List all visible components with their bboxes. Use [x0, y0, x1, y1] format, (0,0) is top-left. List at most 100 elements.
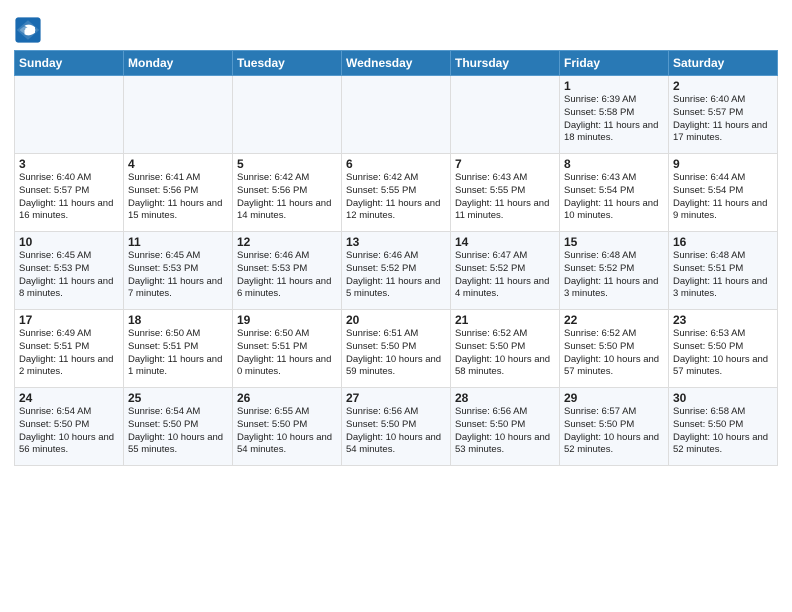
- day-cell: [233, 76, 342, 154]
- col-header-wednesday: Wednesday: [342, 51, 451, 76]
- day-number: 24: [19, 391, 119, 405]
- day-number: 1: [564, 79, 664, 93]
- day-number: 26: [237, 391, 337, 405]
- day-cell: 21Sunrise: 6:52 AM Sunset: 5:50 PM Dayli…: [451, 310, 560, 388]
- day-info: Sunrise: 6:40 AM Sunset: 5:57 PM Dayligh…: [673, 94, 773, 145]
- day-info: Sunrise: 6:40 AM Sunset: 5:57 PM Dayligh…: [19, 172, 119, 223]
- day-info: Sunrise: 6:50 AM Sunset: 5:51 PM Dayligh…: [237, 328, 337, 379]
- day-info: Sunrise: 6:45 AM Sunset: 5:53 PM Dayligh…: [128, 250, 228, 301]
- calendar-body: 1Sunrise: 6:39 AM Sunset: 5:58 PM Daylig…: [15, 76, 778, 466]
- day-cell: 16Sunrise: 6:48 AM Sunset: 5:51 PM Dayli…: [669, 232, 778, 310]
- col-header-monday: Monday: [124, 51, 233, 76]
- day-info: Sunrise: 6:53 AM Sunset: 5:50 PM Dayligh…: [673, 328, 773, 379]
- col-header-sunday: Sunday: [15, 51, 124, 76]
- day-info: Sunrise: 6:46 AM Sunset: 5:53 PM Dayligh…: [237, 250, 337, 301]
- day-cell: 2Sunrise: 6:40 AM Sunset: 5:57 PM Daylig…: [669, 76, 778, 154]
- day-info: Sunrise: 6:39 AM Sunset: 5:58 PM Dayligh…: [564, 94, 664, 145]
- day-cell: 28Sunrise: 6:56 AM Sunset: 5:50 PM Dayli…: [451, 388, 560, 466]
- day-number: 20: [346, 313, 446, 327]
- day-number: 6: [346, 157, 446, 171]
- week-row-1: 1Sunrise: 6:39 AM Sunset: 5:58 PM Daylig…: [15, 76, 778, 154]
- day-cell: 25Sunrise: 6:54 AM Sunset: 5:50 PM Dayli…: [124, 388, 233, 466]
- col-header-tuesday: Tuesday: [233, 51, 342, 76]
- day-number: 11: [128, 235, 228, 249]
- day-cell: 23Sunrise: 6:53 AM Sunset: 5:50 PM Dayli…: [669, 310, 778, 388]
- day-info: Sunrise: 6:47 AM Sunset: 5:52 PM Dayligh…: [455, 250, 555, 301]
- day-cell: [124, 76, 233, 154]
- day-info: Sunrise: 6:48 AM Sunset: 5:52 PM Dayligh…: [564, 250, 664, 301]
- day-number: 7: [455, 157, 555, 171]
- day-cell: 1Sunrise: 6:39 AM Sunset: 5:58 PM Daylig…: [560, 76, 669, 154]
- day-info: Sunrise: 6:54 AM Sunset: 5:50 PM Dayligh…: [19, 406, 119, 457]
- day-number: 3: [19, 157, 119, 171]
- day-cell: 27Sunrise: 6:56 AM Sunset: 5:50 PM Dayli…: [342, 388, 451, 466]
- col-header-saturday: Saturday: [669, 51, 778, 76]
- day-cell: 24Sunrise: 6:54 AM Sunset: 5:50 PM Dayli…: [15, 388, 124, 466]
- day-info: Sunrise: 6:42 AM Sunset: 5:55 PM Dayligh…: [346, 172, 446, 223]
- day-info: Sunrise: 6:52 AM Sunset: 5:50 PM Dayligh…: [455, 328, 555, 379]
- day-info: Sunrise: 6:45 AM Sunset: 5:53 PM Dayligh…: [19, 250, 119, 301]
- day-cell: [342, 76, 451, 154]
- day-cell: 22Sunrise: 6:52 AM Sunset: 5:50 PM Dayli…: [560, 310, 669, 388]
- day-number: 25: [128, 391, 228, 405]
- day-number: 5: [237, 157, 337, 171]
- day-info: Sunrise: 6:58 AM Sunset: 5:50 PM Dayligh…: [673, 406, 773, 457]
- day-cell: [451, 76, 560, 154]
- week-row-3: 10Sunrise: 6:45 AM Sunset: 5:53 PM Dayli…: [15, 232, 778, 310]
- week-row-2: 3Sunrise: 6:40 AM Sunset: 5:57 PM Daylig…: [15, 154, 778, 232]
- day-number: 10: [19, 235, 119, 249]
- day-number: 29: [564, 391, 664, 405]
- page: SundayMondayTuesdayWednesdayThursdayFrid…: [0, 0, 792, 480]
- col-header-friday: Friday: [560, 51, 669, 76]
- day-info: Sunrise: 6:42 AM Sunset: 5:56 PM Dayligh…: [237, 172, 337, 223]
- general-blue-icon: [14, 16, 42, 44]
- day-cell: 3Sunrise: 6:40 AM Sunset: 5:57 PM Daylig…: [15, 154, 124, 232]
- day-number: 27: [346, 391, 446, 405]
- day-cell: 15Sunrise: 6:48 AM Sunset: 5:52 PM Dayli…: [560, 232, 669, 310]
- day-number: 9: [673, 157, 773, 171]
- day-cell: 26Sunrise: 6:55 AM Sunset: 5:50 PM Dayli…: [233, 388, 342, 466]
- day-number: 28: [455, 391, 555, 405]
- header-row: SundayMondayTuesdayWednesdayThursdayFrid…: [15, 51, 778, 76]
- calendar-table: SundayMondayTuesdayWednesdayThursdayFrid…: [14, 50, 778, 466]
- day-cell: 13Sunrise: 6:46 AM Sunset: 5:52 PM Dayli…: [342, 232, 451, 310]
- day-number: 13: [346, 235, 446, 249]
- day-cell: 19Sunrise: 6:50 AM Sunset: 5:51 PM Dayli…: [233, 310, 342, 388]
- day-cell: 4Sunrise: 6:41 AM Sunset: 5:56 PM Daylig…: [124, 154, 233, 232]
- day-cell: 11Sunrise: 6:45 AM Sunset: 5:53 PM Dayli…: [124, 232, 233, 310]
- day-info: Sunrise: 6:41 AM Sunset: 5:56 PM Dayligh…: [128, 172, 228, 223]
- week-row-4: 17Sunrise: 6:49 AM Sunset: 5:51 PM Dayli…: [15, 310, 778, 388]
- week-row-5: 24Sunrise: 6:54 AM Sunset: 5:50 PM Dayli…: [15, 388, 778, 466]
- day-cell: 30Sunrise: 6:58 AM Sunset: 5:50 PM Dayli…: [669, 388, 778, 466]
- day-info: Sunrise: 6:44 AM Sunset: 5:54 PM Dayligh…: [673, 172, 773, 223]
- day-cell: 9Sunrise: 6:44 AM Sunset: 5:54 PM Daylig…: [669, 154, 778, 232]
- day-info: Sunrise: 6:43 AM Sunset: 5:55 PM Dayligh…: [455, 172, 555, 223]
- calendar-header: SundayMondayTuesdayWednesdayThursdayFrid…: [15, 51, 778, 76]
- day-cell: [15, 76, 124, 154]
- day-info: Sunrise: 6:54 AM Sunset: 5:50 PM Dayligh…: [128, 406, 228, 457]
- day-info: Sunrise: 6:56 AM Sunset: 5:50 PM Dayligh…: [455, 406, 555, 457]
- day-info: Sunrise: 6:55 AM Sunset: 5:50 PM Dayligh…: [237, 406, 337, 457]
- day-number: 17: [19, 313, 119, 327]
- day-number: 8: [564, 157, 664, 171]
- day-number: 21: [455, 313, 555, 327]
- day-info: Sunrise: 6:43 AM Sunset: 5:54 PM Dayligh…: [564, 172, 664, 223]
- day-cell: 6Sunrise: 6:42 AM Sunset: 5:55 PM Daylig…: [342, 154, 451, 232]
- day-number: 15: [564, 235, 664, 249]
- day-cell: 20Sunrise: 6:51 AM Sunset: 5:50 PM Dayli…: [342, 310, 451, 388]
- day-number: 19: [237, 313, 337, 327]
- day-number: 16: [673, 235, 773, 249]
- day-number: 2: [673, 79, 773, 93]
- day-info: Sunrise: 6:50 AM Sunset: 5:51 PM Dayligh…: [128, 328, 228, 379]
- day-cell: 17Sunrise: 6:49 AM Sunset: 5:51 PM Dayli…: [15, 310, 124, 388]
- day-cell: 14Sunrise: 6:47 AM Sunset: 5:52 PM Dayli…: [451, 232, 560, 310]
- day-cell: 29Sunrise: 6:57 AM Sunset: 5:50 PM Dayli…: [560, 388, 669, 466]
- day-cell: 12Sunrise: 6:46 AM Sunset: 5:53 PM Dayli…: [233, 232, 342, 310]
- day-number: 22: [564, 313, 664, 327]
- day-number: 23: [673, 313, 773, 327]
- col-header-thursday: Thursday: [451, 51, 560, 76]
- day-info: Sunrise: 6:51 AM Sunset: 5:50 PM Dayligh…: [346, 328, 446, 379]
- day-cell: 8Sunrise: 6:43 AM Sunset: 5:54 PM Daylig…: [560, 154, 669, 232]
- day-info: Sunrise: 6:48 AM Sunset: 5:51 PM Dayligh…: [673, 250, 773, 301]
- day-number: 14: [455, 235, 555, 249]
